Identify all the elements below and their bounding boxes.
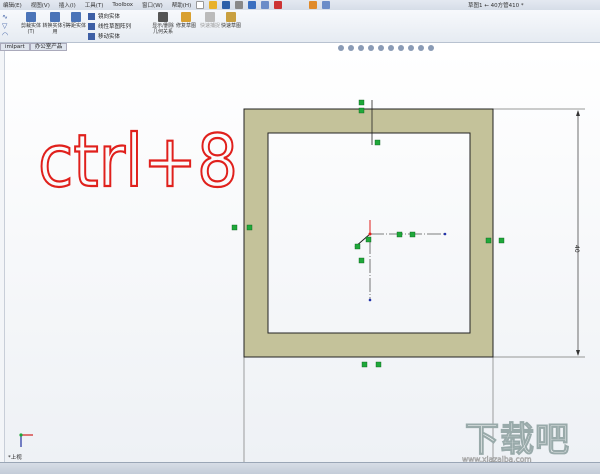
relation-markers (231, 99, 505, 368)
square-tube-profile[interactable] (243, 108, 494, 358)
view-orientation-label: *上视 (8, 455, 22, 461)
triad-icon (19, 433, 33, 447)
svg-text:40: 40 (573, 245, 580, 253)
sketch-drawing: ctrl+8 40 (19, 99, 585, 474)
status-bar (0, 462, 600, 474)
dimension-40[interactable]: 40 (573, 110, 580, 356)
watermark: 下载吧 (465, 420, 570, 461)
handwritten-annotation: ctrl+8 (38, 119, 238, 203)
